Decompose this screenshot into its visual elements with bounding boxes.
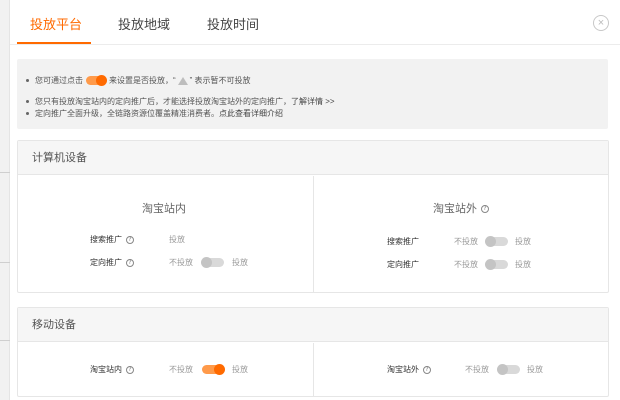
panel-title: 移动设备	[18, 308, 608, 342]
tab-time[interactable]: 投放时间	[207, 14, 259, 33]
close-icon[interactable]: ×	[593, 15, 609, 31]
column-divider	[313, 343, 314, 397]
notice-line-2: 您只有投放淘宝站内的定向推广后，才能选择投放淘宝站外的定向推广， 了解详情 >>	[26, 96, 335, 107]
warning-triangle-icon	[177, 76, 188, 85]
inside-target-switch[interactable]	[201, 257, 224, 268]
mobile-outside-label: 淘宝站外?	[387, 364, 431, 375]
search-promo-label: 搜索推广?	[90, 234, 134, 245]
help-icon[interactable]: ?	[423, 365, 431, 374]
help-icon[interactable]: ?	[481, 205, 489, 214]
computer-devices-panel: 计算机设备 淘宝站内 搜索推广? 投放 定向推广? 不投放 投放 淘宝站外? 搜…	[17, 140, 609, 293]
on-label: 投放	[527, 365, 543, 374]
outside-target-switch[interactable]	[485, 259, 508, 270]
on-label: 投放	[515, 260, 531, 269]
on-label: 投放	[515, 237, 531, 246]
mobile-inside-label: 淘宝站内?	[90, 364, 134, 375]
outside-title: 淘宝站外?	[433, 200, 489, 216]
example-switch-icon	[86, 75, 107, 86]
outside-search-switch[interactable]	[485, 236, 508, 247]
help-icon[interactable]: ?	[126, 235, 134, 244]
notice-box: 您可通过点击 来设置是否投放， “ ” 表示暂不可投放 您只有投放淘宝站内的定向…	[17, 59, 608, 129]
search-promo-label: 搜索推广	[387, 237, 419, 246]
active-tab-indicator	[17, 42, 91, 44]
tab-platform[interactable]: 投放平台	[30, 14, 82, 33]
column-divider	[313, 176, 314, 293]
learn-more-link[interactable]: 了解详情 >>	[291, 96, 335, 107]
off-label: 不投放	[169, 365, 193, 374]
tab-region[interactable]: 投放地域	[118, 14, 170, 33]
off-label: 不投放	[454, 260, 478, 269]
search-promo-value: 投放	[169, 235, 185, 244]
off-label: 不投放	[465, 365, 489, 374]
notice-line-1: 您可通过点击 来设置是否投放， “ ” 表示暂不可投放	[26, 75, 251, 86]
mobile-inside-switch[interactable]	[202, 364, 225, 375]
background-page-strip	[0, 0, 10, 400]
platform-settings-dialog: 投放平台 投放地域 投放时间 × 您可通过点击 来设置是否投放， “ ” 表示暂…	[10, 0, 620, 400]
bullet-icon	[26, 112, 29, 115]
on-label: 投放	[232, 258, 248, 267]
bullet-icon	[26, 79, 29, 82]
mobile-devices-panel: 移动设备 淘宝站内? 不投放 投放 淘宝站外? 不投放 投放	[17, 307, 609, 397]
view-details-link[interactable]: 点此查看详细介绍	[219, 108, 283, 119]
target-promo-label: 定向推广?	[90, 257, 134, 268]
tab-bar: 投放平台 投放地域 投放时间 ×	[10, 0, 620, 45]
target-promo-label: 定向推广	[387, 260, 419, 269]
help-icon[interactable]: ?	[126, 258, 134, 267]
notice-line-3: 定向推广全面升级，全链路资源位覆盖精准消费者。 点此查看详细介绍	[26, 108, 283, 119]
help-icon[interactable]: ?	[126, 365, 134, 374]
panel-title: 计算机设备	[18, 141, 608, 175]
inside-title: 淘宝站内	[142, 203, 186, 215]
mobile-outside-switch[interactable]	[497, 364, 520, 375]
off-label: 不投放	[169, 258, 193, 267]
bullet-icon	[26, 100, 29, 103]
on-label: 投放	[232, 365, 248, 374]
off-label: 不投放	[454, 237, 478, 246]
